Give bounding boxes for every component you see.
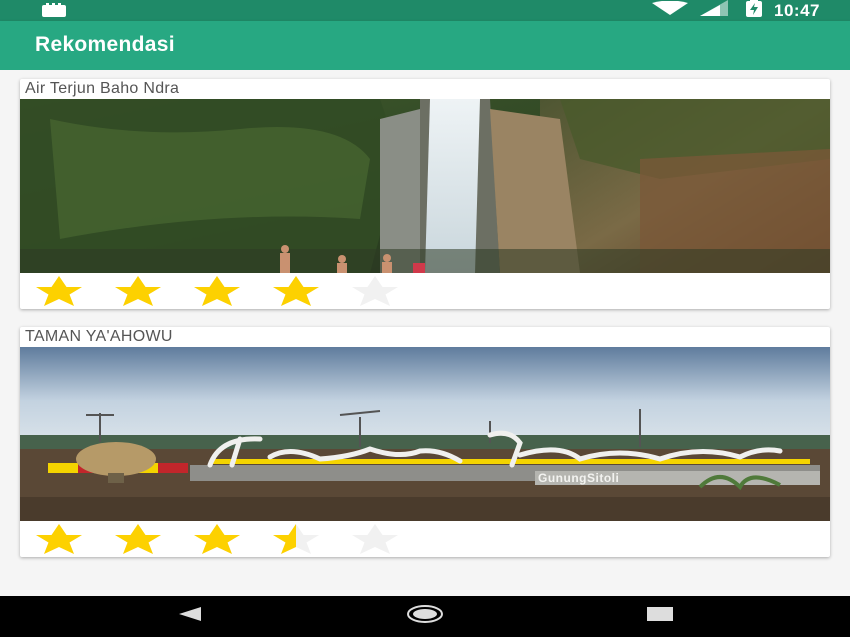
home-icon — [407, 604, 443, 629]
svg-text:GunungSitoli: GunungSitoli — [538, 471, 619, 485]
home-button[interactable] — [395, 596, 455, 637]
star-empty-icon[interactable] — [343, 524, 407, 554]
recents-icon — [647, 607, 673, 626]
recents-button[interactable] — [630, 596, 690, 637]
page-title: Rekomendasi — [35, 33, 175, 56]
rating-bar[interactable] — [20, 521, 830, 557]
place-card[interactable]: TAMAN YA'AHOWU GunungSitoli — [20, 327, 830, 557]
place-name: TAMAN YA'AHOWU — [25, 328, 173, 345]
signal-icon — [700, 0, 729, 21]
star-filled-icon[interactable] — [106, 524, 170, 554]
place-photo: GunungSitoli — [20, 347, 830, 521]
navigation-bar — [0, 596, 850, 637]
star-filled-icon[interactable] — [185, 276, 249, 306]
status-bar: 10:47 — [0, 0, 850, 21]
status-clock: 10:47 — [774, 0, 820, 20]
place-name: Air Terjun Baho Ndra — [25, 80, 180, 97]
place-photo — [20, 99, 830, 273]
battery-charging-icon — [746, 0, 763, 22]
star-empty-icon[interactable] — [343, 276, 407, 306]
back-button[interactable] — [160, 596, 220, 637]
place-card[interactable]: Air Terjun Baho Ndra — [20, 79, 830, 309]
notification-icon — [42, 3, 66, 22]
back-icon — [179, 607, 201, 626]
rating-bar[interactable] — [20, 273, 830, 309]
star-filled-icon[interactable] — [27, 524, 91, 554]
wifi-icon — [652, 0, 689, 20]
star-filled-icon[interactable] — [106, 276, 170, 306]
star-filled-icon[interactable] — [264, 276, 328, 306]
app-bar: Rekomendasi — [0, 21, 850, 70]
star-filled-icon[interactable] — [185, 524, 249, 554]
recommendation-list[interactable]: Air Terjun Baho Ndra TAMAN YA'AHOWU Gunu… — [0, 70, 850, 596]
star-half-icon[interactable] — [264, 524, 328, 554]
star-filled-icon[interactable] — [27, 276, 91, 306]
